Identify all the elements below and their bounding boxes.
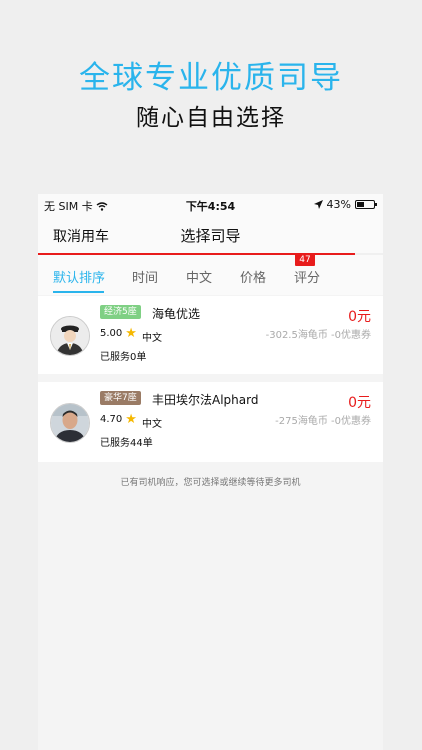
car-name: 海龟优选 [152,307,201,321]
served-count: 已服务0单 [100,352,147,363]
driver-photo-avatar [50,403,90,443]
location-arrow-icon [313,200,323,209]
battery-percent: 43% [326,198,351,211]
waiting-message: 已有司机响应，您可选择或继续等待更多司机 [120,478,301,488]
tab-default-sort[interactable]: 默认排序 [53,267,105,286]
phone-screen: 无 SIM 卡 下午4:54 43% 取消用车 选择司导 默认排序 时间 中文 … [38,194,383,750]
language-label: 中文 [142,419,162,430]
rating: 4.70 ★ [100,411,137,427]
tab-price[interactable]: 价格 [240,267,266,286]
promo-headline: 全球专业优质司导 [79,60,343,96]
price: 0元 [348,309,371,325]
car-name: 丰田埃尔法Alphard [152,393,259,407]
navbar: 取消用车 选择司导 [38,214,383,254]
car-class-badge: 经济5座 [100,305,141,319]
star-icon: ★ [125,325,137,341]
status-bar: 无 SIM 卡 下午4:54 43% [38,194,383,214]
language-label: 中文 [142,333,162,344]
tab-chinese[interactable]: 中文 [186,267,212,286]
active-tab-underline [53,291,104,293]
tab-time[interactable]: 时间 [132,267,158,286]
rating: 5.00 ★ [100,325,137,341]
battery-icon [355,200,377,209]
served-count: 已服务44单 [100,438,153,449]
star-icon: ★ [125,411,137,427]
promo-subline: 随心自由选择 [136,105,286,131]
driver-card[interactable]: 豪华7座 丰田埃尔法Alphard 4.70 ★ 中文 已服务44单 0元 -2… [38,382,383,462]
rating-count-badge: 47 [295,254,315,266]
car-class-badge: 豪华7座 [100,391,141,405]
tab-rating[interactable]: 评分 [294,267,320,286]
cancel-ride-button[interactable]: 取消用车 [53,226,109,246]
price: 0元 [348,395,371,411]
driver-card[interactable]: 经济5座 海龟优选 5.00 ★ 中文 已服务0单 0元 -302.5海龟币 -… [38,296,383,374]
rating-value: 5.00 [100,328,123,339]
discount-info: -275海龟币 -0优惠券 [275,416,371,427]
rating-value: 4.70 [100,414,123,425]
discount-info: -302.5海龟币 -0优惠券 [265,330,371,341]
battery-fill [357,202,364,207]
sort-tabs: 默认排序 时间 中文 价格 评分 47 [38,254,383,295]
status-right: 43% [313,198,377,211]
driver-cap-avatar [50,316,90,356]
